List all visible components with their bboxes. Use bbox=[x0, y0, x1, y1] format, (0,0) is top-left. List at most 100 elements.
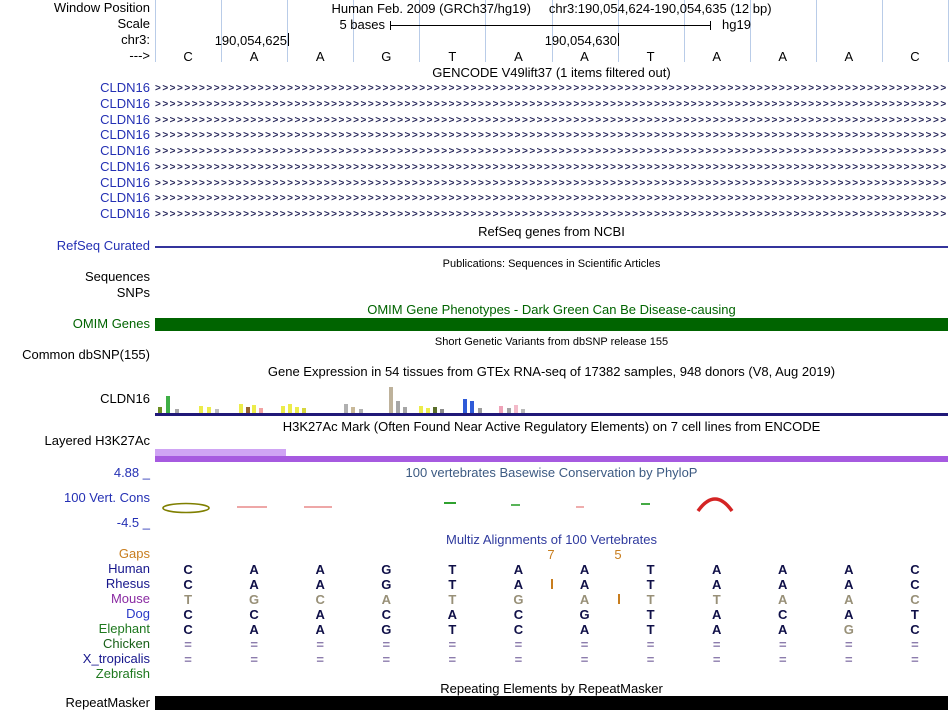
species-label[interactable]: Dog bbox=[0, 607, 150, 621]
sequences-track-label[interactable]: Sequences bbox=[0, 270, 150, 284]
alignment-base: = bbox=[911, 652, 919, 667]
alignment-base: A bbox=[579, 592, 590, 607]
alignment-base: A bbox=[513, 562, 524, 577]
species-label[interactable]: Elephant bbox=[0, 622, 150, 636]
alignment-base: A bbox=[315, 607, 325, 622]
gtex-gene-label[interactable]: CLDN16 bbox=[0, 392, 150, 406]
gtex-bar[interactable] bbox=[288, 404, 292, 413]
alignment-base: = bbox=[382, 652, 391, 667]
dbsnp-track-title[interactable]: Short Genetic Variants from dbSNP releas… bbox=[155, 335, 948, 349]
h3k27ac-track-title[interactable]: H3K27Ac Mark (Often Found Near Active Re… bbox=[155, 420, 948, 434]
gtex-bar[interactable] bbox=[396, 401, 400, 413]
alignment-base: A bbox=[315, 622, 325, 637]
scale-bar-right-tick bbox=[710, 21, 711, 30]
coordinate-left-tick bbox=[288, 33, 289, 46]
gtex-bar[interactable] bbox=[199, 406, 203, 413]
refseq-curated-item[interactable] bbox=[155, 246, 948, 248]
reference-base: A bbox=[249, 49, 259, 64]
alignment-base: = bbox=[845, 637, 853, 652]
gencode-transcript[interactable]: >>>>>>>>>>>>>>>>>>>>>>>>>>>>>>>>>>>>>>>>… bbox=[155, 144, 948, 160]
snps-track-label[interactable]: SNPs bbox=[0, 286, 150, 300]
gencode-gene-label[interactable]: CLDN16 bbox=[0, 97, 150, 111]
repeatmasker-track-label[interactable]: RepeatMasker bbox=[0, 696, 150, 710]
species-label[interactable]: Rhesus bbox=[0, 577, 150, 591]
species-label[interactable]: Zebrafish bbox=[0, 667, 150, 681]
gtex-bar[interactable] bbox=[389, 387, 393, 413]
gencode-transcript[interactable]: >>>>>>>>>>>>>>>>>>>>>>>>>>>>>>>>>>>>>>>>… bbox=[155, 191, 948, 207]
gtex-track-title[interactable]: Gene Expression in 54 tissues from GTEx … bbox=[155, 365, 948, 379]
gencode-gene-label[interactable]: CLDN16 bbox=[0, 160, 150, 174]
alignment-base: A bbox=[844, 562, 854, 577]
species-label[interactable]: Chicken bbox=[0, 637, 150, 651]
reference-base: A bbox=[315, 49, 325, 64]
alignment-base: A bbox=[579, 577, 590, 592]
conservation-max-label: 4.88 _ bbox=[113, 465, 150, 480]
gtex-bar[interactable] bbox=[514, 405, 518, 413]
conservation-mark bbox=[162, 502, 210, 514]
alignment-row: = = = = = = = = = = = = bbox=[155, 637, 948, 652]
gencode-transcript[interactable]: >>>>>>>>>>>>>>>>>>>>>>>>>>>>>>>>>>>>>>>>… bbox=[155, 160, 948, 176]
gtex-bar[interactable] bbox=[499, 406, 503, 413]
gtex-bar[interactable] bbox=[252, 405, 256, 413]
alignment-base: = bbox=[580, 637, 589, 652]
alignment-base: T bbox=[646, 577, 655, 592]
gtex-bar[interactable] bbox=[463, 399, 467, 413]
gencode-gene-label[interactable]: CLDN16 bbox=[0, 191, 150, 205]
gencode-gene-label[interactable]: CLDN16 bbox=[0, 81, 150, 95]
gencode-transcript[interactable]: >>>>>>>>>>>>>>>>>>>>>>>>>>>>>>>>>>>>>>>>… bbox=[155, 97, 948, 113]
gencode-transcript[interactable]: >>>>>>>>>>>>>>>>>>>>>>>>>>>>>>>>>>>>>>>>… bbox=[155, 176, 948, 192]
reference-base: A bbox=[514, 49, 523, 64]
publications-track-title[interactable]: Publications: Sequences in Scientific Ar… bbox=[155, 257, 948, 271]
alignment-base: = bbox=[778, 637, 787, 652]
gencode-transcript[interactable]: >>>>>>>>>>>>>>>>>>>>>>>>>>>>>>>>>>>>>>>>… bbox=[155, 113, 948, 129]
dbsnp-track-label[interactable]: Common dbSNP(155) bbox=[0, 348, 150, 362]
gencode-gene-label[interactable]: CLDN16 bbox=[0, 113, 150, 127]
gtex-bar[interactable] bbox=[166, 396, 170, 413]
conservation-track-label[interactable]: 100 Vert. Cons bbox=[0, 491, 150, 505]
alignment-base: T bbox=[646, 622, 655, 637]
gtex-baseline bbox=[155, 413, 948, 416]
reference-base: C bbox=[910, 49, 920, 64]
omim-track-title[interactable]: OMIM Gene Phenotypes - Dark Green Can Be… bbox=[155, 303, 948, 317]
gencode-track-title[interactable]: GENCODE V49lift37 (1 items filtered out) bbox=[155, 66, 948, 80]
refseq-track-title[interactable]: RefSeq genes from NCBI bbox=[155, 225, 948, 239]
repeatmasker-bar[interactable] bbox=[155, 696, 948, 710]
alignment-base: C bbox=[183, 622, 193, 637]
alignment-base: C bbox=[381, 607, 391, 622]
refseq-curated-label[interactable]: RefSeq Curated bbox=[0, 239, 150, 253]
gtex-bar[interactable] bbox=[419, 406, 423, 413]
species-label[interactable]: Human bbox=[0, 562, 150, 576]
alignment-base: C bbox=[778, 607, 788, 622]
alignment-base: T bbox=[910, 607, 919, 622]
alignment-base: A bbox=[513, 577, 524, 592]
gencode-transcript[interactable]: >>>>>>>>>>>>>>>>>>>>>>>>>>>>>>>>>>>>>>>>… bbox=[155, 207, 948, 223]
gtex-bar[interactable] bbox=[470, 401, 474, 413]
conservation-track-title[interactable]: 100 vertebrates Basewise Conservation by… bbox=[155, 466, 948, 480]
gtex-bar[interactable] bbox=[239, 404, 243, 413]
species-label[interactable]: Mouse bbox=[0, 592, 150, 606]
alignment-base: = bbox=[580, 652, 589, 667]
gtex-bar[interactable] bbox=[344, 404, 348, 413]
conservation-mark bbox=[696, 497, 734, 513]
conservation-min-label: -4.5 _ bbox=[116, 515, 150, 530]
gencode-transcript[interactable]: >>>>>>>>>>>>>>>>>>>>>>>>>>>>>>>>>>>>>>>>… bbox=[155, 128, 948, 144]
repeatmasker-track-title[interactable]: Repeating Elements by RepeatMasker bbox=[155, 682, 948, 696]
gencode-transcript[interactable]: >>>>>>>>>>>>>>>>>>>>>>>>>>>>>>>>>>>>>>>>… bbox=[155, 81, 948, 97]
alignment-base: C bbox=[183, 607, 193, 622]
species-label[interactable]: X_tropicalis bbox=[0, 652, 150, 666]
omim-gene-bar[interactable] bbox=[155, 318, 948, 331]
gencode-gene-label[interactable]: CLDN16 bbox=[0, 144, 150, 158]
h3k27ac-track-label[interactable]: Layered H3K27Ac bbox=[0, 434, 150, 448]
alignment-base: C bbox=[183, 562, 193, 577]
gencode-gene-label[interactable]: CLDN16 bbox=[0, 176, 150, 190]
alignment-base: A bbox=[844, 577, 854, 592]
coordinate-left: 190,054,625 bbox=[214, 33, 287, 48]
gencode-gene-label[interactable]: CLDN16 bbox=[0, 128, 150, 142]
alignment-base: A bbox=[249, 622, 259, 637]
multiz-track-title[interactable]: Multiz Alignments of 100 Vertebrates bbox=[155, 533, 948, 547]
omim-genes-label[interactable]: OMIM Genes bbox=[0, 317, 150, 331]
h3k27ac-segment[interactable] bbox=[155, 456, 948, 462]
gtex-bar[interactable] bbox=[281, 406, 285, 413]
alignment-base: T bbox=[448, 577, 457, 592]
gencode-gene-label[interactable]: CLDN16 bbox=[0, 207, 150, 221]
